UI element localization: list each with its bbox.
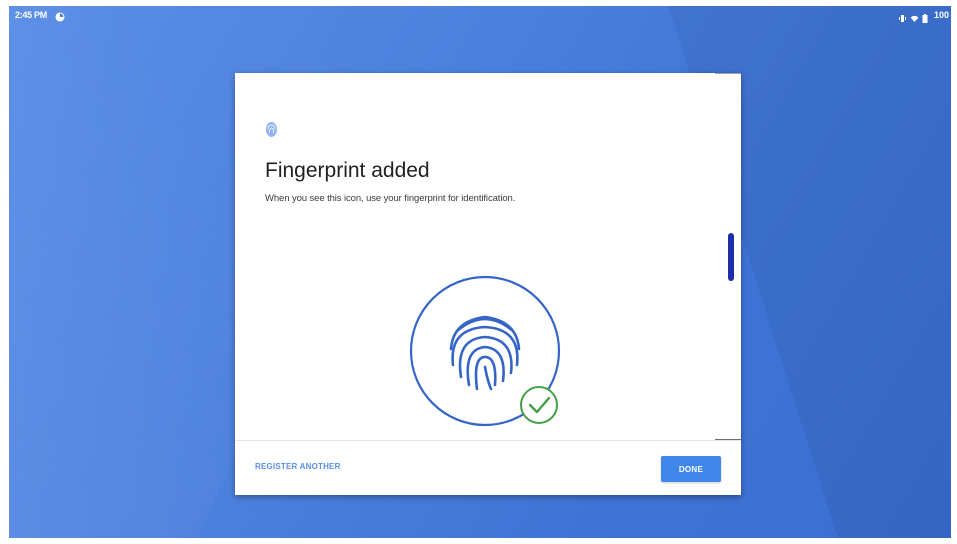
scrollbar-thumb[interactable] [728,233,734,281]
fingerprint-check-icon [407,273,567,433]
done-button[interactable]: DONE [661,456,721,482]
footer-divider-accent [715,439,741,440]
dialog-top-edge [715,73,741,74]
app-notification-icon [55,10,65,22]
fingerprint-icon [265,121,278,138]
battery-icon [922,11,931,23]
status-time: 2:45 PM [15,10,47,20]
status-bar: 2:45 PM 100 [9,6,951,24]
fingerprint-dialog: Fingerprint added When you see this icon… [235,73,741,495]
vibrate-icon [898,11,907,22]
register-another-button[interactable]: REGISTER ANOTHER [255,462,341,471]
dialog-title: Fingerprint added [265,159,430,182]
dialog-description: When you see this icon, use your fingerp… [265,193,516,204]
footer-divider [235,440,741,441]
wifi-icon [910,11,919,22]
tablet-screen: 2:45 PM 100 Fingerprint added When you s… [9,6,951,538]
status-icons: 100 [898,6,949,24]
battery-percent: 100 [933,10,949,20]
